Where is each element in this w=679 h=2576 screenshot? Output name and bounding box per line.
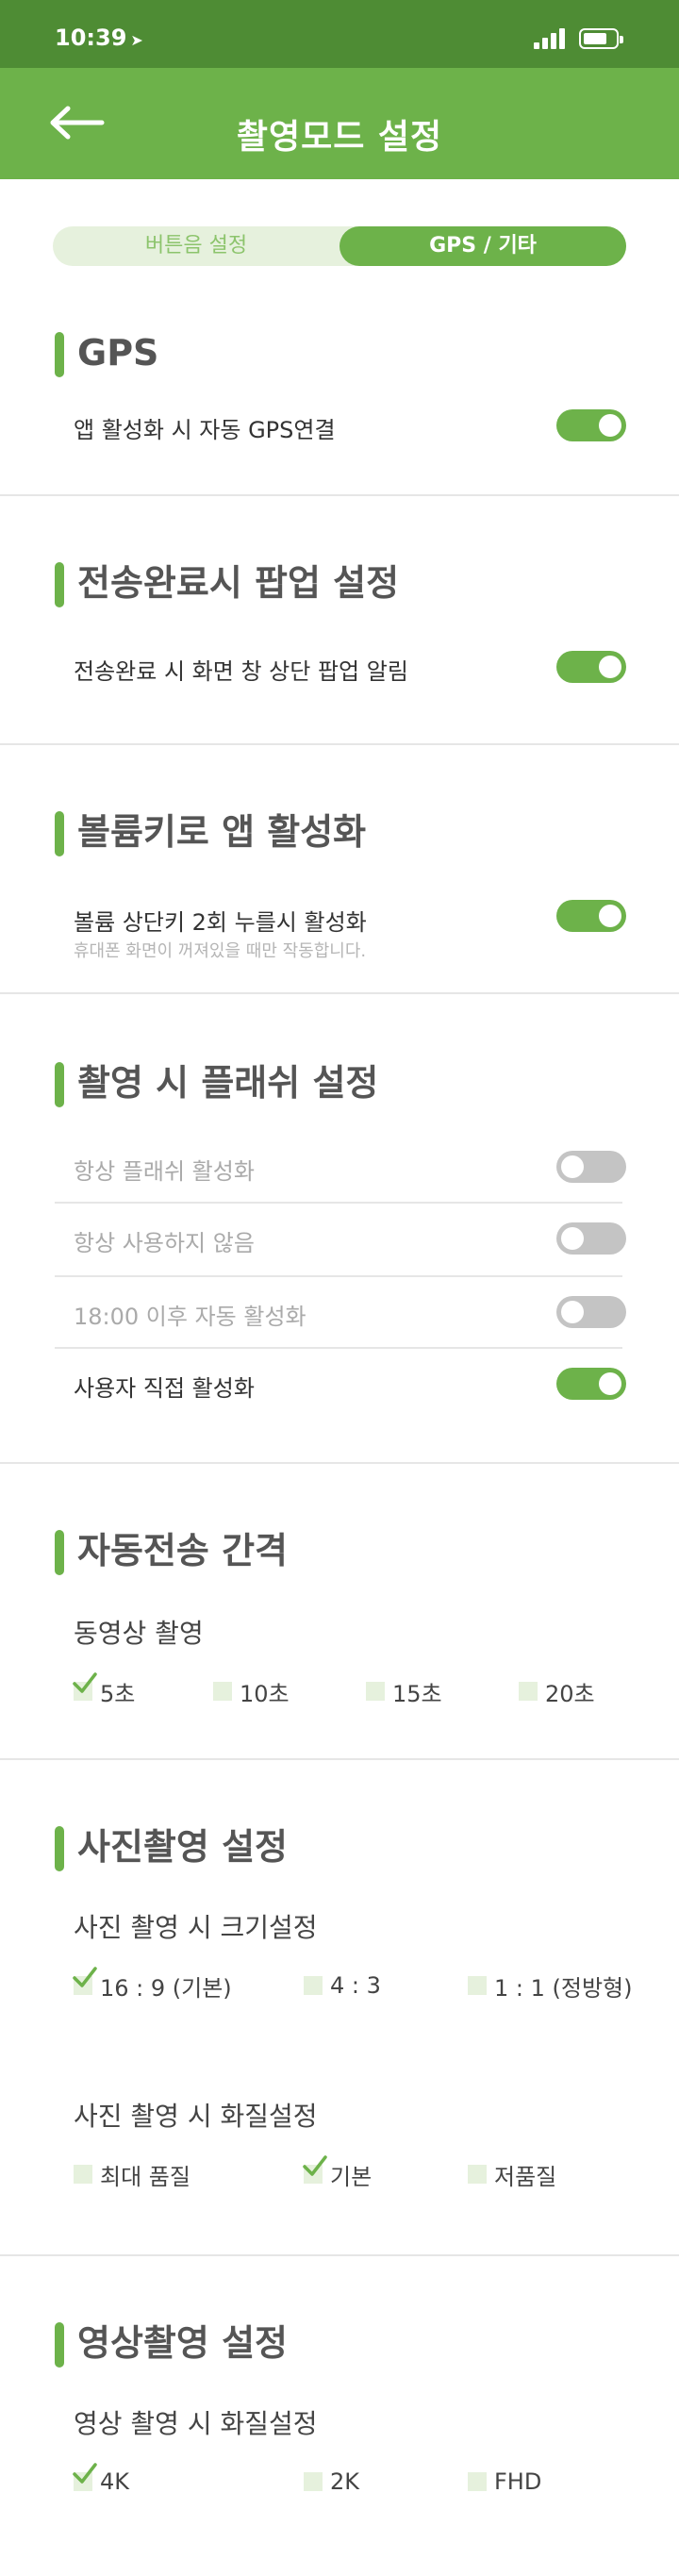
status-time: 10:39 ➤ (55, 25, 143, 51)
video-quality-option-4k[interactable]: 4K (73, 2463, 130, 2498)
flash-manual-label: 사용자 직접 활성화 (74, 1375, 255, 1402)
row-divider (55, 1202, 622, 1204)
photo-size-option-4-3[interactable]: 4 : 3 (304, 1969, 381, 2002)
auto-send-option-10s[interactable]: 10초 (213, 1675, 290, 1707)
row-divider (55, 1275, 622, 1277)
volume-activate-hint: 휴대폰 화면이 꺼져있을 때만 작동합니다. (74, 941, 367, 961)
checkbox (468, 2472, 487, 2491)
option-label: 15초 (392, 1680, 442, 1707)
checkbox (73, 1967, 97, 1995)
divider (0, 1758, 679, 1760)
check-icon (73, 1672, 97, 1693)
section-title-popup: 전송완료시 팝업 설정 (55, 560, 399, 607)
option-label: FHD (494, 2468, 542, 2495)
tab-gps-etc[interactable]: GPS / 기타 (340, 226, 626, 266)
page-title: 촬영모드 설정 (236, 118, 443, 157)
gps-auto-toggle[interactable] (556, 409, 626, 441)
option-label: 10초 (240, 1680, 290, 1707)
photo-size-option-16-9[interactable]: 16 : 9 (기본) (73, 1967, 232, 2002)
checkbox (73, 1672, 97, 1701)
option-label: 5초 (100, 1680, 136, 1707)
tab-bar: 버튼음 설정 GPS / 기타 (53, 226, 626, 266)
flash-always-on-toggle[interactable] (556, 1151, 626, 1183)
video-quality-option-fhd[interactable]: FHD (468, 2466, 541, 2498)
gps-auto-label: 앱 활성화 시 자동 GPS연결 (74, 417, 336, 443)
section-title-gps: GPS (55, 330, 158, 377)
check-icon (73, 2463, 97, 2484)
checkbox (468, 1976, 487, 1995)
checkbox (304, 1976, 323, 1995)
video-quality-option-2k[interactable]: 2K (304, 2466, 359, 2498)
checkbox (304, 2472, 323, 2491)
checkbox (74, 2165, 92, 2184)
flash-always-on-label: 항상 플래쉬 활성화 (74, 1158, 255, 1185)
check-icon (73, 1967, 97, 1987)
photo-quality-subhead: 사진 촬영 시 화질설정 (74, 2101, 318, 2132)
divider (0, 1462, 679, 1464)
photo-size-option-1-1[interactable]: 1 : 1 (정방형) (468, 1969, 632, 2002)
volume-activate-toggle[interactable] (556, 900, 626, 932)
option-label: 16 : 9 (기본) (100, 1974, 232, 2002)
flash-never-label: 항상 사용하지 않음 (74, 1230, 255, 1256)
auto-send-subhead: 동영상 촬영 (74, 1618, 204, 1649)
photo-quality-option-low[interactable]: 저품질 (468, 2158, 556, 2190)
option-label: 20초 (545, 1680, 595, 1707)
option-label: 4 : 3 (330, 1972, 381, 1999)
app-header: 촬영모드 설정 (0, 68, 679, 179)
option-label: 기본 (330, 2163, 373, 2190)
option-label: 4K (100, 2468, 130, 2495)
battery-icon (579, 28, 623, 49)
flash-manual-toggle[interactable] (556, 1368, 626, 1400)
checkbox (213, 1682, 232, 1701)
option-label: 저품질 (494, 2163, 557, 2190)
auto-send-option-5s[interactable]: 5초 (73, 1672, 136, 1707)
checkbox (303, 2155, 327, 2184)
section-title-flash: 촬영 시 플래쉬 설정 (55, 1060, 378, 1107)
flash-never-toggle[interactable] (556, 1222, 626, 1255)
checkbox (366, 1682, 385, 1701)
popup-alert-label: 전송완료 시 화면 창 상단 팝업 알림 (74, 658, 408, 685)
divider (0, 743, 679, 745)
checkbox (468, 2165, 487, 2184)
popup-alert-toggle[interactable] (556, 651, 626, 683)
flash-after-18-label: 18:00 이후 자동 활성화 (74, 1304, 306, 1330)
photo-quality-option-default[interactable]: 기본 (303, 2155, 373, 2190)
signal-icon (534, 26, 566, 49)
section-title-photo: 사진촬영 설정 (55, 1824, 288, 1871)
section-title-volume: 볼륨키로 앱 활성화 (55, 809, 366, 856)
section-title-video: 영상촬영 설정 (55, 2320, 288, 2368)
checkbox (519, 1682, 538, 1701)
auto-send-option-15s[interactable]: 15초 (366, 1675, 442, 1707)
checkbox (73, 2463, 97, 2491)
photo-quality-option-max[interactable]: 최대 품질 (74, 2158, 190, 2190)
status-bar: 10:39 ➤ (0, 0, 679, 68)
location-arrow-icon: ➤ (130, 31, 143, 49)
auto-send-option-20s[interactable]: 20초 (519, 1675, 595, 1707)
tab-button-sound[interactable]: 버튼음 설정 (53, 226, 340, 266)
photo-size-subhead: 사진 촬영 시 크기설정 (74, 1912, 318, 1943)
divider (0, 494, 679, 496)
option-label: 1 : 1 (정방형) (494, 1974, 633, 2002)
divider (0, 992, 679, 994)
check-icon (303, 2155, 327, 2176)
time-text: 10:39 (55, 25, 127, 51)
volume-activate-label: 볼륨 상단키 2회 누를시 활성화 (74, 909, 367, 936)
option-label: 최대 품질 (100, 2163, 190, 2190)
option-label: 2K (330, 2468, 360, 2495)
row-divider (55, 1347, 622, 1349)
flash-after-18-toggle[interactable] (556, 1296, 626, 1328)
video-quality-subhead: 영상 촬영 시 화질설정 (74, 2408, 318, 2439)
divider (0, 2254, 679, 2256)
section-title-auto-send: 자동전송 간격 (55, 1528, 288, 1575)
